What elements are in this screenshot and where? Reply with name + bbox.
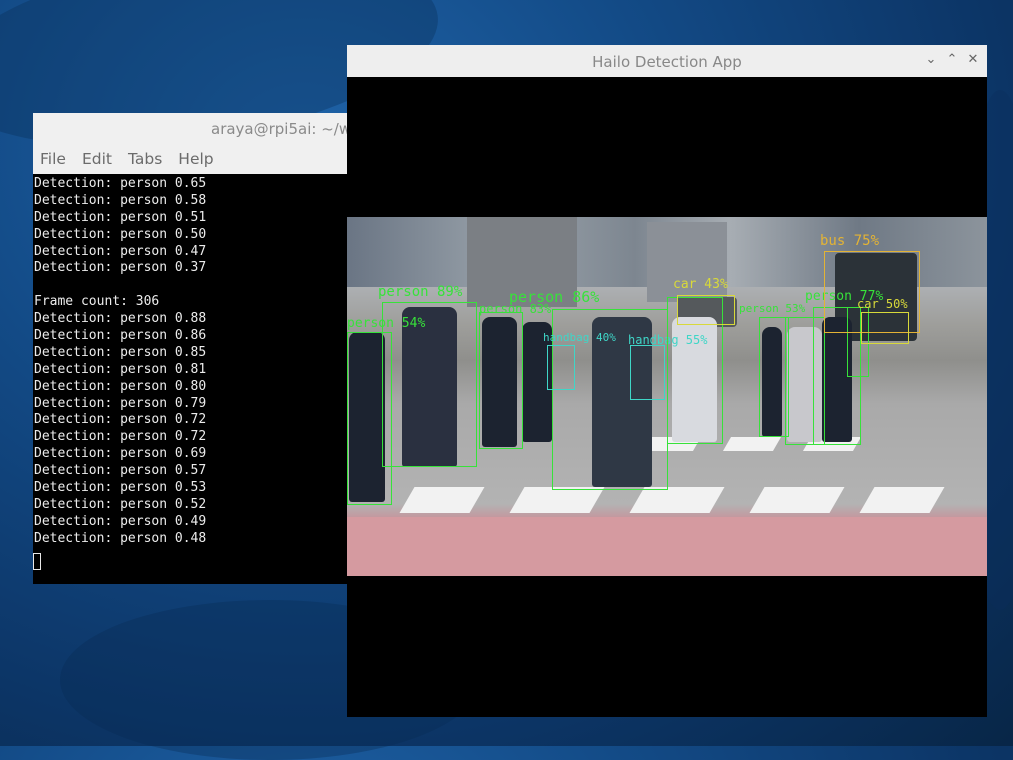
detection-label: person 54%: [347, 316, 426, 331]
terminal-line: Detection: person 0.57: [34, 463, 207, 479]
terminal-line: Detection: person 0.72: [34, 429, 207, 445]
detection-label: person 89%: [378, 284, 463, 300]
terminal-line: Detection: person 0.37: [34, 260, 207, 276]
detection-label: handbag 40%: [543, 331, 616, 344]
terminal-line: Detection: person 0.58: [34, 192, 207, 208]
terminal-output[interactable]: Detection: person 0.65 Detection: person …: [33, 174, 363, 548]
terminal-cursor: [33, 552, 41, 570]
terminal-line: Detection: person 0.48: [34, 530, 207, 546]
maximize-icon[interactable]: ⌃: [944, 52, 960, 67]
crosswalk-stripe: [749, 487, 845, 513]
app-titlebar[interactable]: Hailo Detection App ⌄ ⌃ ✕: [347, 45, 987, 77]
terminal-line: Detection: person 0.47: [34, 243, 207, 259]
crosswalk-stripe: [629, 487, 725, 513]
terminal-line: Detection: person 0.52: [34, 496, 207, 512]
hailo-app-window[interactable]: Hailo Detection App ⌄ ⌃ ✕ person 89% per…: [347, 45, 987, 717]
terminal-line: Detection: person 0.51: [34, 209, 207, 225]
terminal-line: Detection: person 0.53: [34, 480, 207, 496]
terminal-line: Detection: person 0.80: [34, 378, 207, 394]
terminal-line: Detection: person 0.86: [34, 328, 207, 344]
menu-file[interactable]: File: [40, 150, 66, 168]
minimize-icon[interactable]: ⌄: [923, 52, 939, 67]
detection-box-car: [861, 312, 909, 344]
terminal-line: Detection: person 0.79: [34, 395, 207, 411]
menu-help[interactable]: Help: [178, 150, 213, 168]
terminal-window[interactable]: araya@rpi5ai: ~/wo File Edit Tabs Help D…: [33, 113, 363, 584]
detection-box-handbag: [547, 345, 575, 390]
menu-tabs[interactable]: Tabs: [128, 150, 162, 168]
detection-box-person: [479, 312, 523, 449]
terminal-line: Detection: person 0.49: [34, 513, 207, 529]
video-frame: person 89% person 54% person 83% person …: [347, 217, 987, 576]
crosswalk-stripe: [399, 487, 485, 513]
detection-box-car: [677, 295, 735, 325]
detection-label: person 53%: [739, 302, 806, 315]
terminal-line: Frame count: 306: [34, 294, 160, 310]
crosswalk-stripe: [859, 487, 945, 513]
detection-label: bus 75%: [820, 233, 880, 249]
terminal-line: Detection: person 0.50: [34, 226, 207, 242]
terminal-line: Detection: person 0.65: [34, 176, 207, 191]
terminal-titlebar[interactable]: araya@rpi5ai: ~/wo: [33, 113, 363, 143]
app-title: Hailo Detection App: [592, 53, 742, 71]
menu-edit[interactable]: Edit: [82, 150, 112, 168]
crosswalk-stripe: [509, 487, 605, 513]
crosswalk-stripe: [722, 437, 782, 451]
terminal-line: Detection: person 0.69: [34, 446, 207, 462]
detection-label: person 86%: [509, 288, 600, 306]
terminal-title: araya@rpi5ai: ~/wo: [211, 120, 361, 138]
detection-label: car 43%: [673, 277, 728, 292]
sidewalk: [347, 517, 987, 576]
detection-box-handbag: [630, 345, 665, 400]
terminal-menubar: File Edit Tabs Help: [33, 143, 363, 174]
terminal-line: Detection: person 0.72: [34, 412, 207, 428]
terminal-line: Detection: person 0.88: [34, 311, 207, 327]
terminal-line: Detection: person 0.85: [34, 344, 207, 360]
terminal-line: Detection: person 0.81: [34, 361, 207, 377]
close-icon[interactable]: ✕: [965, 52, 981, 67]
detection-box-person: [347, 332, 392, 505]
detection-label: car 50%: [857, 297, 908, 311]
